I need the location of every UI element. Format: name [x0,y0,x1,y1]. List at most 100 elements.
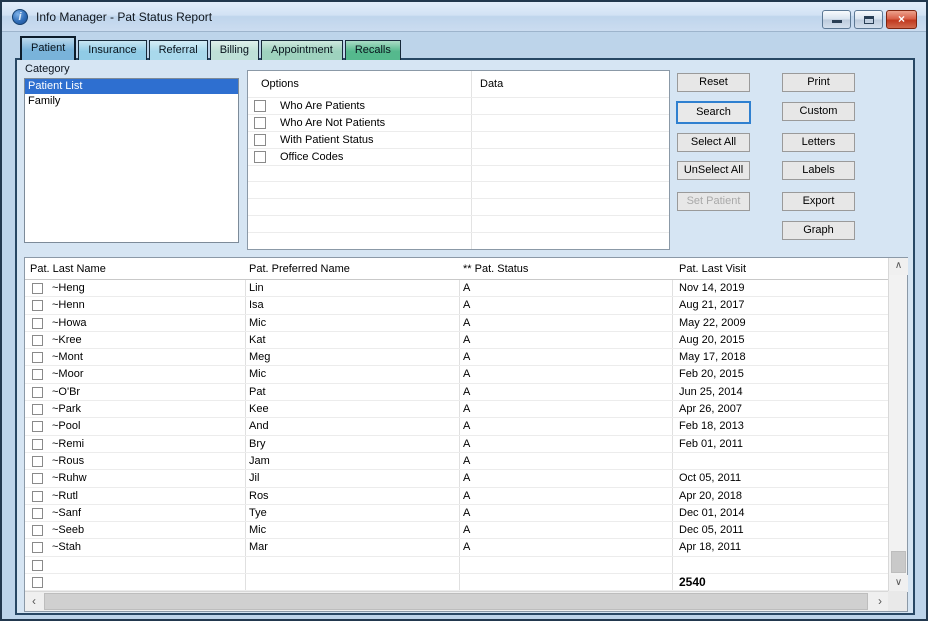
table-row[interactable]: ~SeebMicADec 05, 2011 [25,522,889,539]
cell-preferred: Bry [249,438,266,450]
table-row[interactable]: ~RousJamA [25,453,889,470]
table-row[interactable]: ~ParkKeeAApr 26, 2007 [25,401,889,418]
row-checkbox[interactable] [32,525,43,536]
close-button[interactable]: × [886,10,917,29]
row-checkbox[interactable] [32,300,43,311]
tab-appointment[interactable]: Appointment [261,40,343,60]
table-row[interactable]: ~HengLinANov 14, 2019 [25,280,889,297]
cell-last: ~Rutl [52,490,78,502]
tab-patient[interactable]: Patient [20,36,76,60]
row-checkbox[interactable] [32,439,43,450]
row-checkbox[interactable] [32,542,43,553]
row-checkbox[interactable] [32,560,43,571]
table-row[interactable]: ~MoorMicAFeb 20, 2015 [25,366,889,383]
app-icon: i [12,9,28,25]
cell-preferred: Lin [249,282,264,294]
row-checkbox[interactable] [32,369,43,380]
row-checkbox[interactable] [32,387,43,398]
scroll-left-icon[interactable]: ‹ [25,592,43,611]
minimize-icon [832,20,842,23]
table-row[interactable]: ~SanfTyeADec 01, 2014 [25,505,889,522]
custom-button[interactable]: Custom [782,102,855,121]
option-label: Office Codes [280,151,343,163]
row-checkbox[interactable] [32,283,43,294]
scroll-right-icon[interactable]: › [871,592,889,611]
tab-recalls[interactable]: Recalls [345,40,401,60]
scroll-up-icon[interactable]: ∧ [889,258,908,275]
cell-visit: Feb 20, 2015 [679,368,744,380]
maximize-button[interactable] [854,10,883,29]
table-total-row[interactable]: 2540 [25,574,889,591]
option-row[interactable]: Who Are Patients [248,98,669,115]
option-row[interactable]: Office Codes [248,149,669,166]
option-checkbox[interactable] [254,151,266,163]
cell-status: A [463,541,470,553]
tab-insurance[interactable]: Insurance [78,40,146,60]
category-item-family[interactable]: Family [25,94,238,109]
table-row[interactable]: ~RemiBryAFeb 01, 2011 [25,436,889,453]
table-row[interactable]: ~HowaMicAMay 22, 2009 [25,315,889,332]
labels-button[interactable]: Labels [782,161,855,180]
option-row[interactable]: With Patient Status [248,132,669,149]
row-checkbox[interactable] [32,335,43,346]
table-row[interactable]: ~RuhwJilAOct 05, 2011 [25,470,889,487]
category-label: Category [25,63,70,75]
option-row[interactable]: Who Are Not Patients [248,115,669,132]
tab-billing[interactable]: Billing [210,40,259,60]
option-checkbox[interactable] [254,100,266,112]
horizontal-scroll-thumb[interactable] [44,593,868,610]
row-checkbox[interactable] [32,318,43,329]
table-row[interactable]: ~KreeKatAAug 20, 2015 [25,332,889,349]
table-row[interactable]: ~RutlRosAApr 20, 2018 [25,488,889,505]
header-pat-status[interactable]: ** Pat. Status [463,263,528,275]
horizontal-scrollbar[interactable]: ‹ › [25,591,889,611]
row-checkbox[interactable] [32,421,43,432]
category-listbox[interactable]: Patient ListFamily [24,78,239,243]
vertical-scrollbar[interactable]: ∧ ∨ [888,258,907,592]
cell-last: ~Rous [52,455,84,467]
option-checkbox[interactable] [254,134,266,146]
cell-preferred: And [249,420,269,432]
select-all-button[interactable]: Select All [677,133,750,152]
table-row[interactable]: ~StahMarAApr 18, 2011 [25,539,889,556]
minimize-button[interactable] [822,10,851,29]
cell-visit: May 22, 2009 [679,317,746,329]
export-button[interactable]: Export [782,192,855,211]
vertical-scroll-thumb[interactable] [891,551,906,573]
cell-last: ~Ruhw [52,472,87,484]
cell-visit: Dec 01, 2014 [679,507,744,519]
cell-last: ~Sanf [52,507,81,519]
cell-status: A [463,472,470,484]
table-row[interactable]: ~PoolAndAFeb 18, 2013 [25,418,889,435]
row-checkbox[interactable] [32,404,43,415]
table-row[interactable]: ~HennIsaAAug 21, 2017 [25,297,889,314]
cell-status: A [463,524,470,536]
tab-referral[interactable]: Referral [149,40,208,60]
cell-status: A [463,299,470,311]
table-row[interactable]: ~O'BrPatAJun 25, 2014 [25,384,889,401]
scroll-down-icon[interactable]: ∨ [889,575,908,592]
options-column-header: Options [261,78,299,90]
header-pat-last-name[interactable]: Pat. Last Name [30,263,106,275]
header-pat-last-visit[interactable]: Pat. Last Visit [679,263,746,275]
header-pat-preferred-name[interactable]: Pat. Preferred Name [249,263,350,275]
cell-preferred: Isa [249,299,264,311]
row-checkbox[interactable] [32,473,43,484]
row-checkbox[interactable] [32,508,43,519]
option-label: Who Are Patients [280,100,365,112]
options-rows: Who Are Patients Who Are Not PatientsWith… [248,98,669,250]
unselect-all-button[interactable]: UnSelect All [677,161,750,180]
option-checkbox[interactable] [254,117,266,129]
row-checkbox[interactable] [32,491,43,502]
table-row[interactable]: ~MontMegAMay 17, 2018 [25,349,889,366]
category-item-patient-list[interactable]: Patient List [25,79,238,94]
letters-button[interactable]: Letters [782,133,855,152]
row-checkbox[interactable] [32,577,43,588]
table-empty-row[interactable] [25,557,889,574]
row-checkbox[interactable] [32,456,43,467]
row-checkbox[interactable] [32,352,43,363]
graph-button[interactable]: Graph [782,221,855,240]
reset-button[interactable]: Reset [677,73,750,92]
print-button[interactable]: Print [782,73,855,92]
search-button[interactable]: Search [676,101,751,124]
